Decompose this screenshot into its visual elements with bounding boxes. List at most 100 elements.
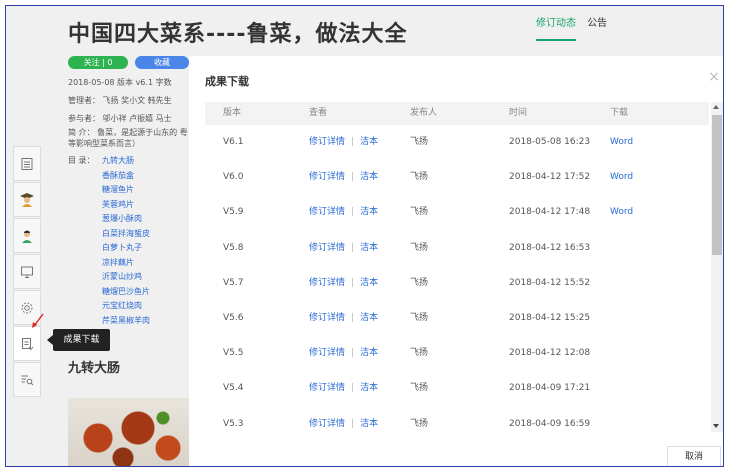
clean-copy-link[interactable]: 洁本 [360,137,378,147]
toolbar-download-button[interactable] [13,326,41,361]
section-title: 九转大肠 [68,361,121,376]
time-cell: 2018-04-12 12:08 [509,348,591,359]
cancel-button[interactable]: 取消 [667,446,721,466]
toc-item[interactable]: 葱爆小酥肉 [102,212,150,227]
table-row: V5.5 修订详情 | 洁本 飞扬 2018-04-12 12:08 [205,336,709,371]
scroll-up-icon[interactable] [713,105,719,109]
time-cell: 2018-04-09 16:59 [509,418,591,429]
collect-button[interactable]: 收藏 [135,56,189,69]
clean-copy-link[interactable]: 洁本 [360,243,378,253]
toc-item[interactable]: 凉拌藕片 [102,256,150,271]
dish-photo [68,398,192,466]
column-header-time: 时间 [509,108,528,118]
revision-detail-link[interactable]: 修订详情 [309,172,345,182]
top-tabs: 修订动态 公告 [536,14,615,41]
revision-detail-link[interactable]: 修订详情 [309,137,345,147]
publisher-cell: 飞扬 [410,242,429,253]
toc-item[interactable]: 芙蓉鸡片 [102,198,150,213]
toc-item[interactable]: 沂蒙山炒鸡 [102,270,150,285]
doc-meta-date-version: 2018-05-08 版本 v6.1 字数 [68,78,172,87]
version-cell: V5.8 [223,242,244,253]
word-download-link[interactable]: Word [610,195,633,230]
revision-detail-link[interactable]: 修订详情 [309,419,345,429]
separator: | [351,348,355,359]
table-scrollbar[interactable] [711,102,723,432]
view-cell: 修订详情 | 洁本 [309,336,378,371]
version-cell: V5.3 [223,418,244,429]
word-download-link[interactable]: Word [610,160,633,195]
table-row: V5.7 修订详情 | 洁本 飞扬 2018-04-12 15:52 [205,266,709,301]
clean-copy-link[interactable]: 洁本 [360,419,378,429]
tab-announcement[interactable]: 公告 [587,14,607,39]
revision-detail-link[interactable]: 修订详情 [309,207,345,217]
clean-copy-link[interactable]: 洁本 [360,383,378,393]
table-row: V5.8 修订详情 | 洁本 飞扬 2018-04-12 16:53 [205,231,709,266]
view-cell: 修订详情 | 洁本 [309,407,378,442]
dialog-title: 成果下载 [205,75,249,88]
toolbar-teacher-button[interactable] [13,218,41,253]
clean-copy-link[interactable]: 洁本 [360,207,378,217]
revision-detail-link[interactable]: 修订详情 [309,383,345,393]
toolbar-screen-button[interactable] [13,254,41,289]
clean-copy-link[interactable]: 洁本 [360,278,378,288]
table-row: V5.3 修订详情 | 洁本 飞扬 2018-04-09 16:59 [205,407,709,442]
revision-detail-link[interactable]: 修订详情 [309,348,345,358]
view-cell: 修订详情 | 洁本 [309,125,378,160]
revision-detail-link[interactable]: 修订详情 [309,278,345,288]
revision-detail-link[interactable]: 修订详情 [309,313,345,323]
annotation-arrow-icon [32,313,44,328]
revision-detail-link[interactable]: 修订详情 [309,243,345,253]
toolbar-list-button[interactable] [13,146,41,181]
publisher-cell: 飞扬 [410,172,429,183]
version-cell: V6.0 [223,172,244,183]
separator: | [351,172,355,183]
toolbar-student-button[interactable] [13,182,41,217]
version-table-body: V6.1 修订详情 | 洁本 飞扬 2018-05-08 16:23 Word V6… [205,125,709,442]
toc-item[interactable]: 白萝卜丸子 [102,241,150,256]
monitor-icon [21,266,33,278]
toc-item[interactable]: 元宝红烧肉 [102,299,150,314]
table-header: 版本 查看 发布人 时间 下载 [205,102,709,125]
toc-item[interactable]: 香酥茄盒 [102,169,150,184]
follow-button[interactable]: 关注 | 0 [68,56,128,69]
table-row: V5.4 修订详情 | 洁本 飞扬 2018-04-09 17:21 [205,371,709,406]
scroll-down-icon[interactable] [713,424,719,428]
separator: | [351,207,355,218]
separator: | [351,312,355,323]
toc-item[interactable]: 芹菜黑椒羊肉 [102,314,150,329]
separator: | [351,277,355,288]
time-cell: 2018-05-08 16:23 [509,137,591,147]
search-list-icon [21,375,34,385]
list-icon [21,157,33,170]
publisher-cell: 飞扬 [410,207,429,218]
column-header-download: 下载 [610,108,629,118]
download-dialog: 成果下载 × 版本 查看 发布人 时间 下载 V6.1 修订详情 | 洁本 飞扬 2… [189,56,723,466]
clean-copy-link[interactable]: 洁本 [360,313,378,323]
download-doc-icon [22,337,34,350]
toc-item[interactable]: 九转大肠 [102,154,150,169]
publisher-cell: 飞扬 [410,418,429,429]
time-cell: 2018-04-09 17:21 [509,383,591,394]
word-download-link[interactable]: Word [610,125,633,160]
time-cell: 2018-04-12 15:25 [509,312,591,323]
clean-copy-link[interactable]: 洁本 [360,172,378,182]
column-header-view: 查看 [309,108,328,118]
view-cell: 修订详情 | 洁本 [309,301,378,336]
side-toolbar [13,146,43,398]
close-icon[interactable]: × [707,70,721,84]
toolbar-search-list-button[interactable] [13,362,41,397]
separator: | [351,383,355,394]
scroll-thumb[interactable] [712,115,722,255]
publisher-cell: 飞扬 [410,383,429,394]
toc-item[interactable]: 糖溜鱼片 [102,183,150,198]
publisher-cell: 飞扬 [410,277,429,288]
toc-list: 九转大肠 香酥茄盒 糖溜鱼片 芙蓉鸡片 葱爆小酥肉 白菜拌海蜇皮 白萝卜丸子 凉… [102,154,150,328]
tab-revision-activity[interactable]: 修订动态 [536,14,576,41]
view-cell: 修订详情 | 洁本 [309,266,378,301]
toc-item[interactable]: 糖熘巴沙鱼片 [102,285,150,300]
doc-meta-managers: 管理者： 飞扬 奖小文 韩先生 [68,96,172,105]
time-cell: 2018-04-12 17:52 [509,172,591,183]
clean-copy-link[interactable]: 洁本 [360,348,378,358]
time-cell: 2018-04-12 17:48 [509,207,591,218]
toc-item[interactable]: 白菜拌海蜇皮 [102,227,150,242]
